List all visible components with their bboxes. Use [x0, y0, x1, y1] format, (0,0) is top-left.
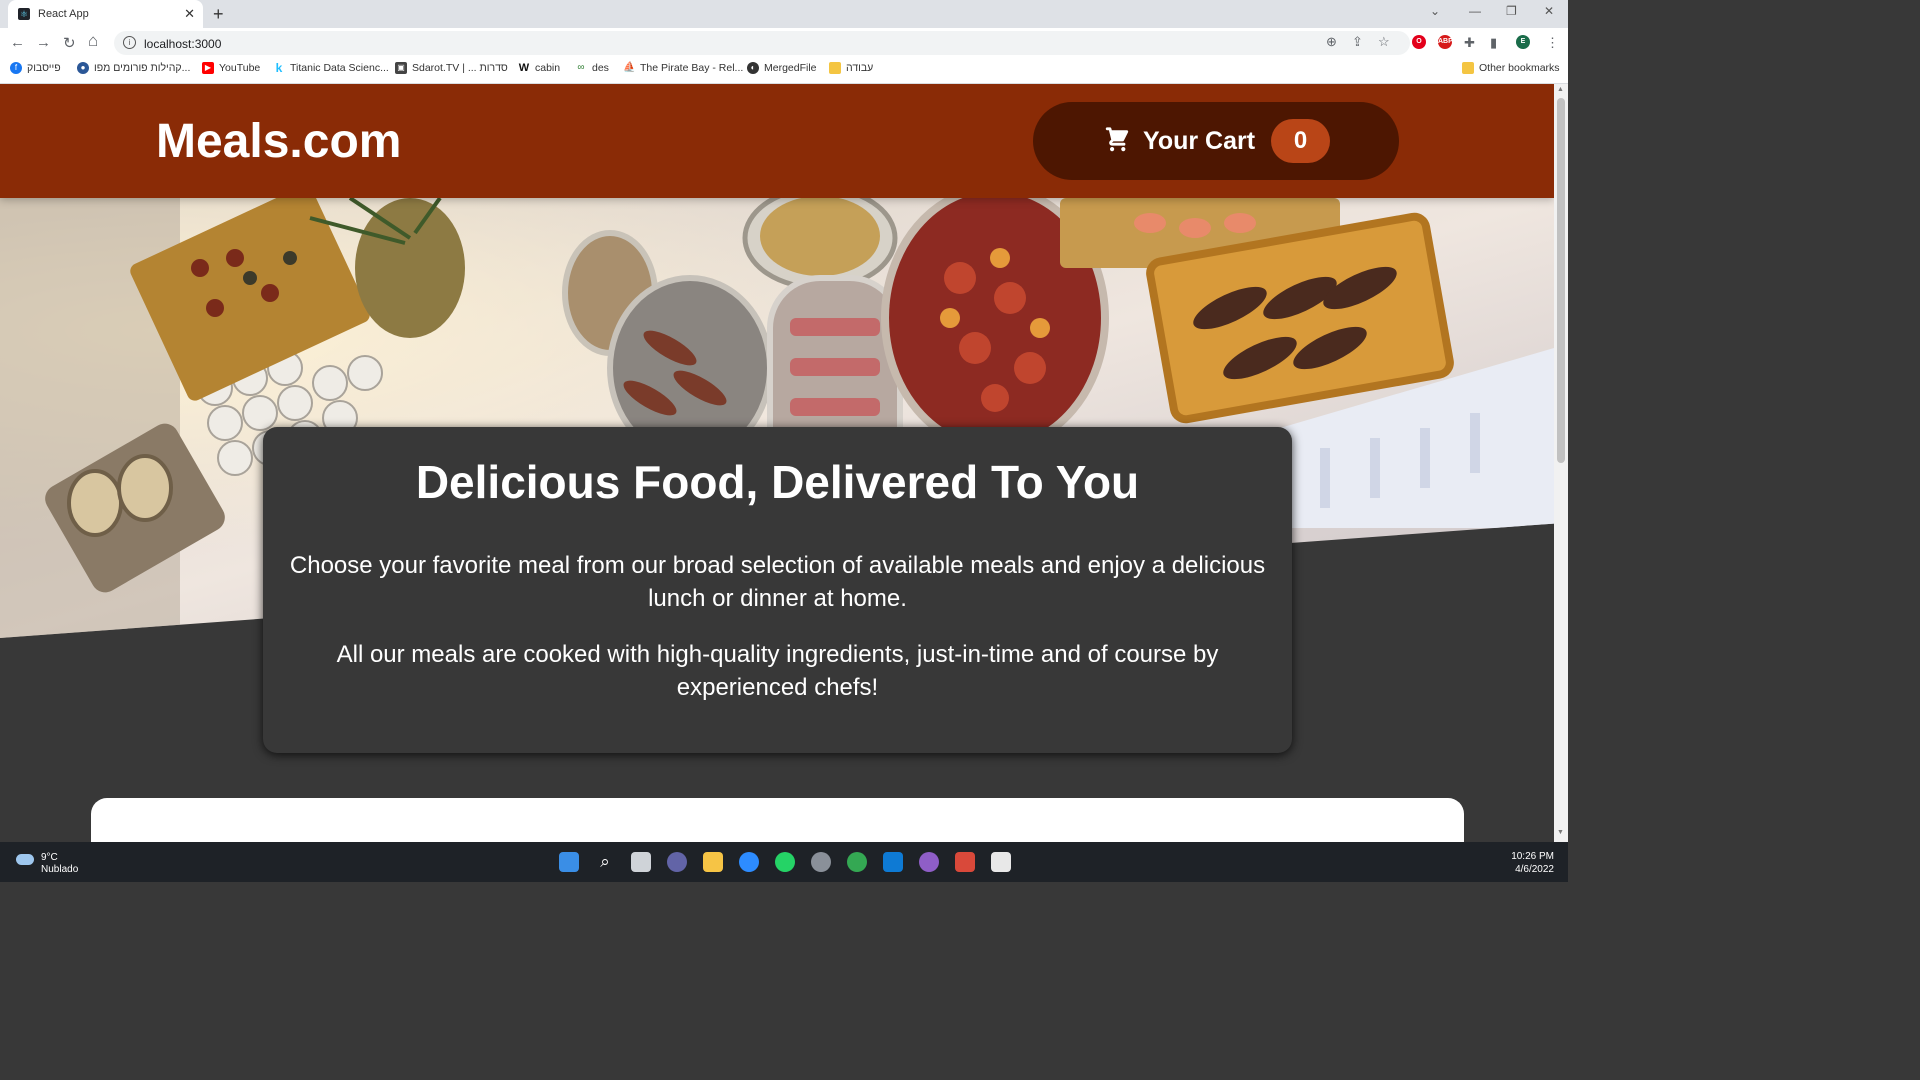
kaggle-icon: k: [273, 62, 285, 74]
github-desktop-icon[interactable]: [919, 852, 939, 872]
bookmarks-bar: f פייסבוק ● קהילות פורומים מפו... ▶ YouTube…: [0, 58, 1568, 84]
vscode-icon[interactable]: [883, 852, 903, 872]
browser-tab[interactable]: ⚛ React App ✕: [8, 0, 203, 28]
snipping-tool-icon[interactable]: [991, 852, 1011, 872]
zoom-icon[interactable]: ⊕: [1326, 34, 1337, 50]
whatsapp-icon[interactable]: [775, 852, 795, 872]
bookmark-star-icon[interactable]: ☆: [1378, 34, 1390, 50]
bookmark-item[interactable]: ▣ Sdarot.TV | ... סדרות: [395, 62, 508, 74]
site-info-icon[interactable]: i: [123, 36, 136, 49]
windows-taskbar: 9°C Nublado ⌕ 10:26 PM 4/6/2022: [0, 842, 1568, 882]
summary-paragraph: All our meals are cooked with high-quali…: [336, 641, 1219, 701]
reload-button[interactable]: ↻: [63, 34, 76, 52]
address-bar[interactable]: i ⊕ ⇪ ☆: [114, 31, 1410, 55]
windows-start-icon[interactable]: [559, 852, 579, 872]
opera-extension-icon[interactable]: O: [1412, 35, 1426, 49]
bookmark-item[interactable]: ⛵ The Pirate Bay - Rel...: [623, 62, 743, 74]
site-header: Meals.com Your Cart 0: [0, 84, 1554, 198]
side-panel-icon[interactable]: ▮: [1490, 35, 1497, 51]
youtube-icon: ▶: [202, 62, 214, 74]
new-tab-button[interactable]: +: [213, 4, 224, 25]
meals-list-card: [91, 798, 1464, 842]
folder-icon: [1462, 62, 1474, 74]
url-input[interactable]: [142, 34, 746, 54]
pirate-icon: ⛵: [623, 62, 636, 74]
temperature: 9°C: [41, 852, 58, 863]
react-icon: ⚛: [18, 8, 30, 20]
restore-icon[interactable]: ❐: [1506, 4, 1517, 18]
bookmark-item[interactable]: ▶ YouTube: [202, 62, 260, 74]
folder-icon: [829, 62, 841, 74]
close-tab-icon[interactable]: ✕: [184, 6, 195, 22]
bookmark-item[interactable]: ◐ MergedFile: [747, 62, 817, 74]
sdarot-icon: ▣: [395, 62, 407, 74]
extensions-icon[interactable]: ✚: [1464, 35, 1475, 51]
merged-icon: ◐: [747, 62, 759, 74]
summary-paragraph: Choose your favorite meal from our broad…: [289, 552, 1266, 612]
tab-title: React App: [38, 8, 89, 20]
file-explorer-icon[interactable]: [703, 852, 723, 872]
cart-count-badge: 0: [1271, 119, 1330, 163]
bookmark-item[interactable]: k Titanic Data Scienc...: [273, 62, 389, 74]
back-button[interactable]: ←: [10, 34, 25, 51]
search-icon[interactable]: ⌕: [595, 852, 615, 872]
close-window-icon[interactable]: ✕: [1544, 4, 1554, 18]
bookmark-item[interactable]: ● קהילות פורומים מפו...: [77, 62, 190, 74]
browser-tab-bar: ⚛ React App ✕ + ⌄ — ❐ ✕: [0, 0, 1568, 28]
meals-summary-card: Delicious Food, Delivered To You Choose …: [263, 427, 1292, 753]
scroll-down-icon[interactable]: ▼: [1557, 829, 1564, 836]
other-bookmarks[interactable]: Other bookmarks: [1462, 62, 1560, 74]
page-scrollbar[interactable]: ▲ ▼: [1554, 84, 1568, 842]
system-clock[interactable]: 10:26 PM 4/6/2022: [1508, 850, 1554, 876]
bookmark-item[interactable]: f פייסבוק: [10, 62, 61, 74]
forward-button[interactable]: →: [36, 34, 51, 51]
minimize-icon[interactable]: —: [1469, 4, 1481, 18]
tab-search-icon[interactable]: ⌄: [1430, 4, 1440, 18]
menu-icon[interactable]: ⋮: [1546, 35, 1559, 51]
zoom-app-icon[interactable]: [739, 852, 759, 872]
page-viewport: Meals.com Your Cart 0 Delicious Food, De…: [0, 84, 1554, 842]
bookmark-item[interactable]: עבודה: [829, 62, 873, 74]
weather-condition: Nublado: [41, 864, 79, 875]
des-icon: ∞: [575, 62, 587, 74]
settings-icon[interactable]: [811, 852, 831, 872]
chrome-icon[interactable]: [847, 852, 867, 872]
cart-label: Your Cart: [1143, 127, 1256, 155]
scroll-up-icon[interactable]: ▲: [1557, 86, 1564, 93]
clock-time: 10:26 PM: [1511, 851, 1554, 862]
bookmark-item[interactable]: ∞ des: [575, 62, 609, 74]
adblock-extension-icon[interactable]: ABP: [1438, 35, 1453, 49]
browser-toolbar: ← → ↻ ⌂ i ⊕ ⇪ ☆ O ABP ✚ ▮ E ⋮: [0, 28, 1568, 58]
clock-date: 4/6/2022: [1515, 864, 1554, 875]
summary-title: Delicious Food, Delivered To You: [415, 456, 1140, 508]
task-view-icon[interactable]: [631, 852, 651, 872]
wikipedia-icon: W: [518, 62, 530, 74]
bookmark-item[interactable]: Wcabin: [518, 62, 560, 74]
cart-button[interactable]: Your Cart 0: [1033, 102, 1399, 180]
winrar-icon[interactable]: [955, 852, 975, 872]
cart-icon: [1105, 127, 1129, 152]
share-icon[interactable]: ⇪: [1352, 34, 1363, 50]
cloud-icon: [16, 854, 34, 865]
teams-chat-icon[interactable]: [667, 852, 687, 872]
scrollbar-thumb[interactable]: [1557, 98, 1565, 463]
profile-avatar[interactable]: E: [1516, 35, 1530, 49]
home-button[interactable]: ⌂: [88, 31, 98, 51]
forum-icon: ●: [77, 62, 89, 74]
site-logo: Meals.com: [156, 115, 402, 168]
facebook-icon: f: [10, 62, 22, 74]
